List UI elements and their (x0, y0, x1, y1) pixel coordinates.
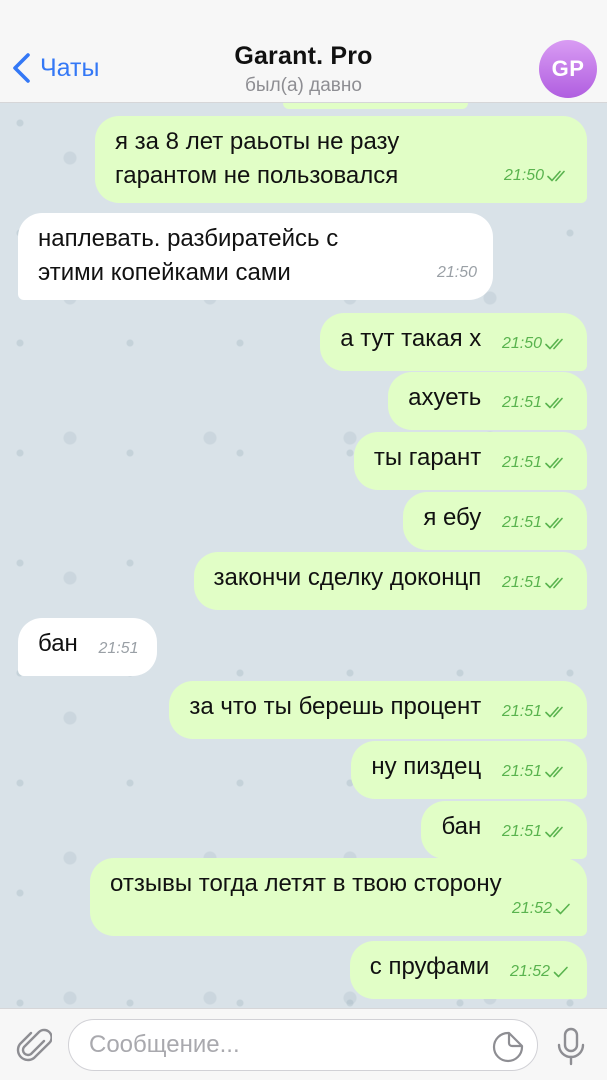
message-meta: 21:52 (512, 892, 571, 926)
message-text: отзывы тогда летят в твою сторону (110, 870, 502, 897)
message-meta: 21:51 (502, 695, 569, 729)
message-bubble-outgoing[interactable]: я ебу 21:51 (403, 492, 587, 550)
message-text: ты гарант (373, 444, 482, 471)
message-bubble-incoming[interactable]: бан 21:51 (18, 618, 157, 676)
double-check-icon (545, 826, 563, 838)
check-icon (555, 903, 570, 915)
previous-message-bubble (283, 103, 468, 109)
message-time: 21:51 (98, 640, 139, 657)
message-text: наплевать. разбиратейсь с этими копейкам… (38, 225, 339, 286)
message-meta: 21:50 (504, 159, 571, 193)
message-meta: 21:51 (502, 815, 569, 849)
message-time: 21:52 (509, 963, 550, 980)
message-meta: 21:51 (98, 632, 138, 666)
message-meta: 21:51 (502, 506, 569, 540)
chat-title: Garant. Pro (234, 42, 373, 70)
message-time: 21:51 (501, 514, 542, 531)
message-time: 21:51 (501, 454, 542, 471)
avatar-initials: GP (551, 56, 585, 81)
message-meta: 21:51 (502, 566, 569, 600)
last-seen-status: был(а) давно (245, 75, 362, 96)
message-bubble-outgoing[interactable]: отзывы тогда летят в твою сторону 21:52 (90, 858, 587, 936)
message-text: я за 8 лет раьоты не разу гарантом не по… (115, 128, 400, 189)
message-bubble-outgoing[interactable]: закончи сделку доконцп 21:51 (193, 552, 587, 610)
paperclip-icon[interactable] (14, 1025, 52, 1065)
message-bubble-outgoing[interactable]: за что ты берешь процент 21:51 (169, 681, 587, 739)
message-text: бан (38, 630, 78, 657)
message-meta: 21:52 (510, 955, 569, 989)
message-time: 21:50 (503, 167, 544, 184)
double-check-icon (545, 766, 563, 778)
double-check-icon (545, 457, 563, 469)
double-check-icon (545, 577, 563, 589)
chat-title-area[interactable]: Garant. Pro был(а) давно (0, 42, 607, 97)
message-composer: Сообщение... (0, 1008, 607, 1080)
message-text: ахуеть (408, 384, 482, 411)
message-time: 21:51 (501, 574, 542, 591)
message-time: 21:52 (511, 900, 552, 917)
message-text: с пруфами (369, 953, 490, 980)
message-text: за что ты берешь процент (189, 693, 482, 720)
message-meta: 21:50 (502, 327, 569, 361)
message-time: 21:51 (501, 763, 542, 780)
microphone-icon[interactable] (556, 1027, 586, 1067)
message-bubble-outgoing[interactable]: а тут такая х 21:50 (320, 313, 587, 371)
message-meta: 21:51 (502, 755, 569, 789)
message-bubble-outgoing[interactable]: ну пиздец 21:51 (351, 741, 587, 799)
message-bubble-outgoing[interactable]: с пруфами 21:52 (349, 941, 587, 999)
double-check-icon (545, 517, 563, 529)
message-meta: 21:51 (502, 386, 569, 420)
chat-header: Чаты Garant. Pro был(а) давно GP (0, 0, 607, 103)
message-text: закончи сделку доконцп (213, 564, 482, 591)
message-time: 21:51 (501, 394, 542, 411)
avatar[interactable]: GP (539, 40, 597, 98)
double-check-icon (547, 170, 565, 182)
message-time: 21:51 (501, 703, 542, 720)
message-input[interactable]: Сообщение... (68, 1019, 538, 1071)
check-icon (553, 966, 568, 978)
message-meta: 21:51 (502, 446, 569, 480)
double-check-icon (545, 706, 563, 718)
message-bubble-outgoing[interactable]: я за 8 лет раьоты не разу гарантом не по… (95, 116, 587, 203)
message-text: бан (441, 813, 482, 840)
double-check-icon (545, 338, 563, 350)
sticker-icon[interactable] (492, 1031, 524, 1063)
message-time: 21:50 (501, 335, 542, 352)
message-bubble-outgoing[interactable]: ахуеть 21:51 (388, 372, 587, 430)
message-text: я ебу (423, 504, 482, 531)
message-bubble-outgoing[interactable]: ты гарант 21:51 (353, 432, 587, 490)
message-list[interactable]: я за 8 лет раьоты не разу гарантом не по… (0, 103, 607, 1008)
message-bubble-outgoing[interactable]: бан 21:51 (421, 801, 587, 859)
double-check-icon (545, 397, 563, 409)
message-bubble-incoming[interactable]: наплевать. разбиратейсь с этими копейкам… (18, 213, 493, 300)
message-text: а тут такая х (340, 325, 482, 352)
message-meta: 21:50 (437, 256, 477, 290)
message-text: ну пиздец (371, 753, 482, 780)
message-time: 21:51 (501, 823, 542, 840)
message-time: 21:50 (436, 264, 477, 281)
